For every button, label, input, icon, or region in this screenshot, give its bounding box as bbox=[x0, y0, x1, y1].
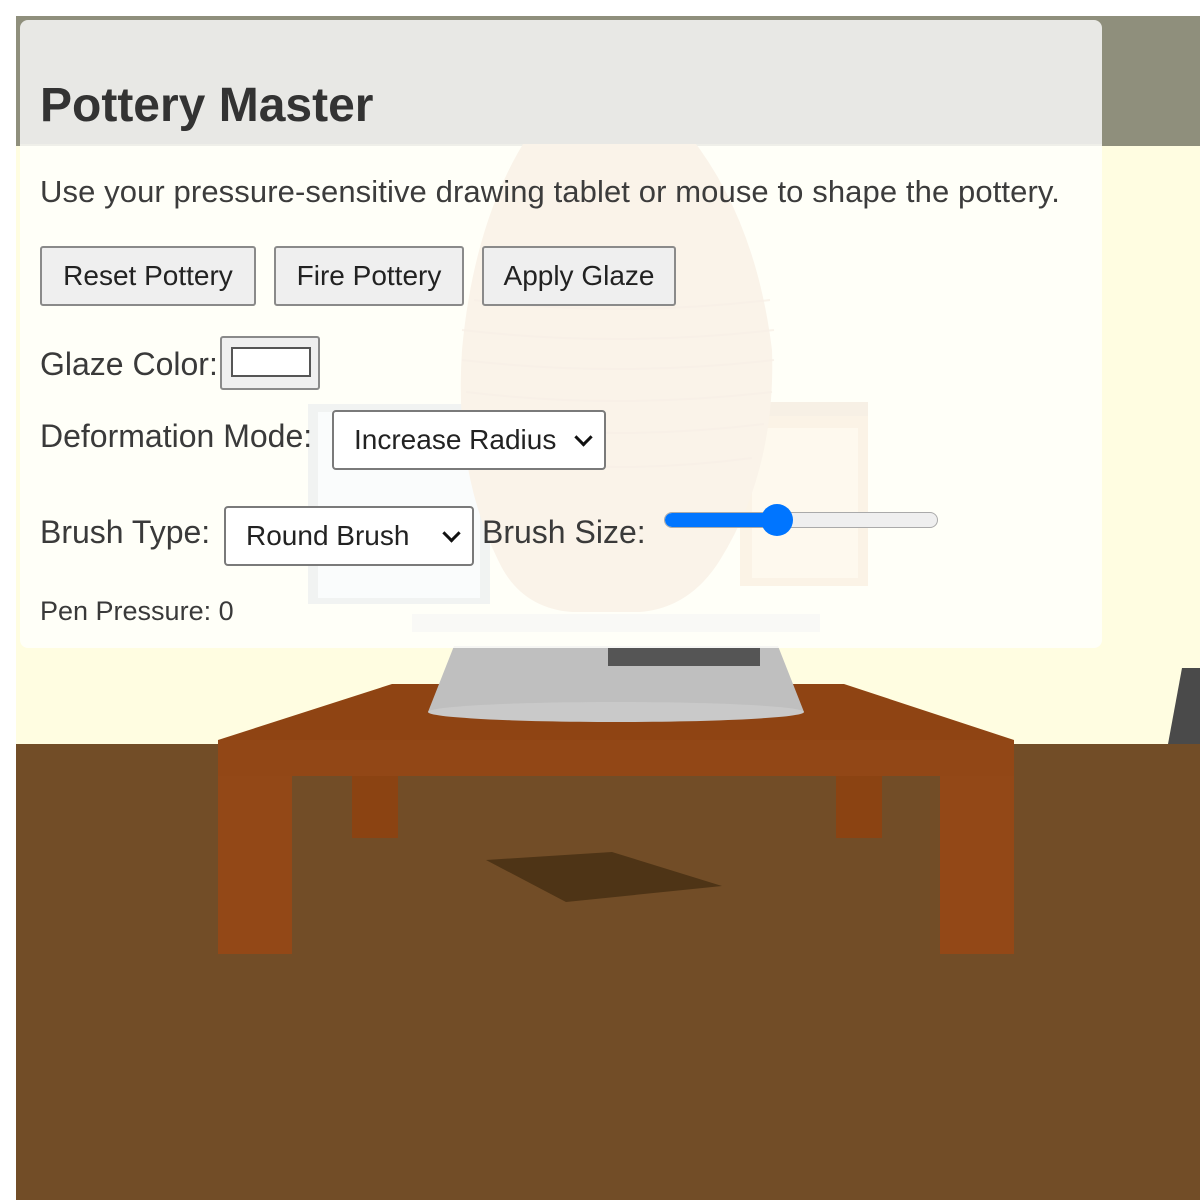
brush-type-select[interactable]: Round Brush bbox=[224, 506, 474, 566]
instructions-text: Use your pressure-sensitive drawing tabl… bbox=[40, 174, 1060, 209]
table-leg-front-left bbox=[218, 776, 292, 954]
brush-type-value: Round Brush bbox=[246, 520, 410, 551]
reset-pottery-button[interactable]: Reset Pottery bbox=[40, 246, 256, 306]
chevron-down-icon bbox=[442, 524, 461, 543]
table-leg-front-right bbox=[940, 776, 1014, 954]
chevron-down-icon bbox=[574, 428, 593, 447]
table-front bbox=[218, 740, 1014, 776]
glaze-color-picker[interactable] bbox=[220, 336, 320, 390]
brush-size-label: Brush Size: bbox=[482, 514, 646, 550]
brush-size-slider[interactable] bbox=[664, 512, 938, 528]
panel-body bbox=[20, 144, 1102, 648]
table-leg-back-left bbox=[352, 776, 398, 838]
deformation-mode-select[interactable]: Increase Radius bbox=[332, 410, 606, 470]
deformation-mode-label: Deformation Mode: bbox=[40, 418, 313, 454]
brush-type-label: Brush Type: bbox=[40, 514, 211, 550]
deformation-mode-value: Increase Radius bbox=[354, 424, 557, 455]
floor bbox=[16, 744, 1200, 1200]
wheel-base-bottom bbox=[428, 702, 804, 722]
glaze-color-swatch bbox=[231, 347, 311, 377]
apply-glaze-button[interactable]: Apply Glaze bbox=[482, 246, 676, 306]
pen-pressure-readout: Pen Pressure: 0 bbox=[40, 596, 234, 626]
app-title: Pottery Master bbox=[40, 79, 374, 132]
brush-size-slider-thumb[interactable] bbox=[760, 504, 793, 536]
wheel-slot bbox=[608, 648, 760, 666]
glaze-color-label: Glaze Color: bbox=[40, 346, 218, 382]
fire-pottery-button[interactable]: Fire Pottery bbox=[274, 246, 464, 306]
table-leg-back-right bbox=[836, 776, 882, 838]
